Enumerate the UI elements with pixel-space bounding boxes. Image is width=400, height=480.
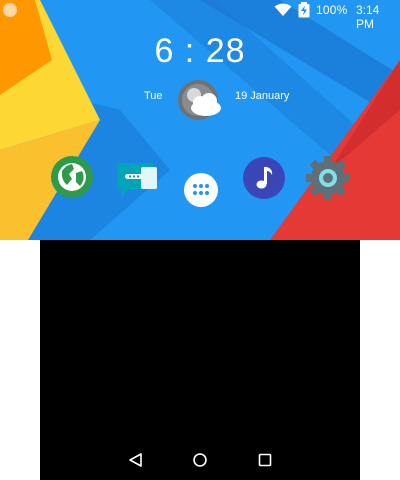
partly-cloudy-icon bbox=[178, 80, 221, 120]
home-icon[interactable] bbox=[190, 450, 210, 470]
wifi-icon bbox=[274, 3, 292, 16]
day-label: Tue bbox=[144, 90, 163, 102]
notification-dot[interactable] bbox=[4, 4, 16, 16]
status-bar: 100% 3:14 PM bbox=[0, 0, 400, 31]
navigation-bar bbox=[40, 440, 360, 480]
settings-app-icon[interactable] bbox=[305, 155, 351, 201]
messages-app-icon[interactable] bbox=[113, 157, 159, 199]
browser-app-icon[interactable] bbox=[50, 155, 94, 199]
bottom-screen[interactable] bbox=[40, 240, 360, 480]
status-time: 3:14 PM bbox=[356, 3, 380, 31]
date-label: 19 January bbox=[235, 90, 290, 102]
back-icon[interactable] bbox=[126, 450, 146, 470]
lock-clock: 6 : 28 bbox=[154, 32, 246, 70]
battery-charging-icon bbox=[298, 2, 310, 18]
app-drawer-icon[interactable] bbox=[183, 172, 219, 208]
recents-icon[interactable] bbox=[255, 450, 275, 470]
top-screen: 100% 3:14 PM 6 : 28 Tue 19 January bbox=[0, 0, 400, 240]
music-app-icon[interactable] bbox=[242, 156, 286, 200]
battery-percent: 100% bbox=[316, 3, 348, 17]
